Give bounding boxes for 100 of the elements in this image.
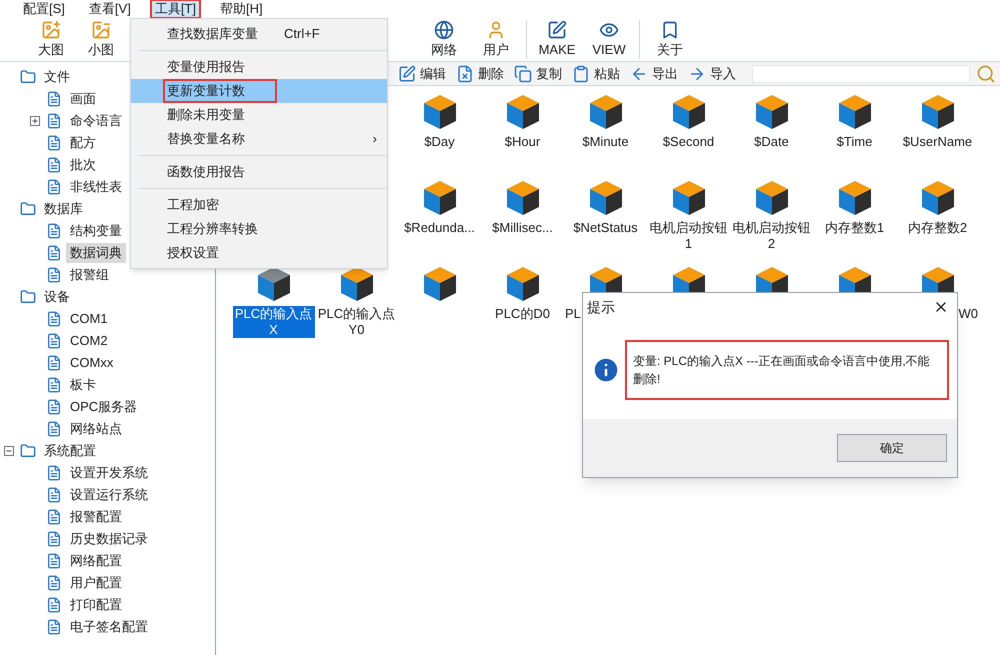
variable-label[interactable]: $UserName: [902, 134, 974, 150]
cube-icon: [588, 94, 622, 130]
tree-item[interactable]: 历史数据记录: [66, 529, 152, 549]
variable-label[interactable]: PLC的输入点X: [232, 306, 314, 338]
tree-item[interactable]: 打印配置: [66, 595, 126, 615]
cube-icon: [754, 180, 788, 216]
tree-item[interactable]: 用户配置: [66, 573, 126, 593]
edit-toolbar-button[interactable]: 编辑: [396, 64, 448, 84]
toolbar-button[interactable]: MAKE: [535, 20, 579, 60]
variable-label[interactable]: $Time: [836, 134, 874, 150]
expander[interactable]: [30, 116, 40, 126]
menu-item[interactable]: 查找数据库变量 Ctrl+F: [131, 22, 387, 46]
menu-title[interactable]: 工具[T]: [150, 0, 201, 19]
file-delete-icon: [456, 64, 474, 82]
menu-item[interactable]: 工程分辨率转换: [131, 217, 387, 241]
menu-item-label: 工程分辨率转换: [166, 220, 259, 238]
edit-toolbar-button[interactable]: 删除: [454, 64, 506, 84]
variable-label[interactable]: 内存整数1: [824, 220, 886, 236]
tree-item[interactable]: 配方: [66, 133, 100, 153]
document-icon: [46, 531, 62, 547]
tree-item[interactable]: COMxx: [66, 353, 118, 373]
edit-toolbar-button[interactable]: 复制: [512, 64, 564, 84]
variable-label[interactable]: PLC的输入点Y0: [316, 306, 398, 338]
menu-title[interactable]: 帮助[H]: [214, 0, 268, 19]
document-icon: [46, 509, 62, 525]
toolbar-button[interactable]: 小图: [78, 20, 124, 60]
search-field[interactable]: [752, 64, 970, 82]
tree-item[interactable]: 系统配置: [40, 441, 100, 461]
tree-item[interactable]: 设备: [40, 287, 74, 307]
menu-item[interactable]: 替换变量名称 ›: [131, 127, 387, 151]
tree-item[interactable]: 电子签名配置: [66, 617, 152, 637]
variable-label[interactable]: W0: [958, 306, 979, 322]
folder-icon: [20, 69, 36, 85]
cube-icon: [506, 180, 540, 216]
menu-title[interactable]: 查看[V]: [84, 0, 136, 19]
expander[interactable]: [4, 446, 14, 456]
variable-label[interactable]: $Minute: [581, 134, 630, 150]
edit-toolbar-button[interactable]: 粘贴: [570, 64, 622, 84]
menu-title[interactable]: 配置[S]: [18, 0, 70, 19]
toolbar-button[interactable]: 网络: [422, 20, 466, 60]
document-icon: [46, 597, 62, 613]
cube-icon: [754, 94, 788, 130]
toolbar-button[interactable]: 大图: [28, 20, 74, 60]
tree-item[interactable]: 文件: [40, 67, 74, 87]
tree-item[interactable]: OPC服务器: [66, 397, 142, 417]
toolbar-button[interactable]: 用户: [474, 20, 518, 60]
menu-item[interactable]: 函数使用报告: [131, 160, 387, 184]
edit-toolbar-button[interactable]: 导出: [628, 64, 680, 84]
menu-item-label: 变量使用报告: [166, 58, 246, 76]
copy-icon: [514, 64, 532, 82]
menu-item[interactable]: 授权设置: [131, 241, 387, 265]
tree-item[interactable]: 报警配置: [66, 507, 126, 527]
cube-icon: [672, 94, 706, 130]
cube-icon: [920, 180, 954, 216]
variable-label[interactable]: PLC的D0: [494, 306, 551, 322]
tree-item[interactable]: 网络站点: [66, 419, 126, 439]
folder-icon: [20, 201, 36, 217]
tree-item[interactable]: 报警组: [66, 265, 113, 285]
variable-label[interactable]: 电机启动按钮2: [730, 220, 812, 252]
tree-item[interactable]: 非线性表: [66, 177, 126, 197]
menu-item[interactable]: 工程加密: [131, 193, 387, 217]
menu-item-label: 查找数据库变量: [166, 25, 259, 44]
variable-label[interactable]: PL: [564, 306, 582, 322]
tree-item[interactable]: 画面: [66, 89, 100, 109]
variable-label[interactable]: $NetStatus: [572, 220, 639, 236]
document-icon: [46, 157, 62, 173]
variable-label[interactable]: $Day: [423, 134, 456, 150]
variable-label[interactable]: 内存整数2: [906, 220, 968, 236]
tree-item[interactable]: 批次: [66, 155, 100, 175]
toolbar-button[interactable]: VIEW: [587, 20, 631, 60]
tree-item[interactable]: 设置运行系统: [66, 485, 152, 505]
variable-label[interactable]: $Millisec...: [491, 220, 554, 236]
variable-label[interactable]: $Second: [662, 134, 716, 150]
variable-label[interactable]: $Redunda...: [403, 220, 476, 236]
tree-item[interactable]: 命令语言: [66, 111, 126, 131]
variable-label[interactable]: $Date: [753, 134, 790, 150]
folder-icon: [20, 289, 36, 305]
menu-item[interactable]: 删除未用变量: [131, 103, 387, 127]
tree-item[interactable]: COM1: [66, 309, 112, 329]
edit-toolbar-button[interactable]: 导入: [686, 64, 738, 84]
tree-item[interactable]: 数据库: [40, 199, 87, 219]
toolbar-button[interactable]: 关于: [648, 20, 692, 60]
ok-button[interactable]: 确定: [837, 434, 947, 462]
document-icon: [46, 267, 62, 283]
tree-item[interactable]: 数据词典: [66, 243, 126, 263]
tree-item[interactable]: 设置开发系统: [66, 463, 152, 483]
variable-label[interactable]: 电机启动按钮1: [648, 220, 730, 252]
document-icon: [46, 399, 62, 415]
variable-label[interactable]: $Hour: [504, 134, 542, 150]
tree-item[interactable]: 网络配置: [66, 551, 126, 571]
tree-item[interactable]: 板卡: [66, 375, 100, 395]
tree-item[interactable]: COM2: [66, 331, 112, 351]
image-remove-icon: [91, 20, 111, 40]
menu-item[interactable]: 变量使用报告: [131, 55, 387, 79]
cube-icon: [506, 94, 540, 130]
tree-item[interactable]: 结构变量: [66, 221, 126, 241]
menu-item[interactable]: 更新变量计数: [131, 79, 387, 103]
globe-icon: [434, 20, 454, 40]
menu-item-label: 删除未用变量: [166, 106, 246, 124]
dialog-message: 变量: PLC的输入点X ---正在画面或命令语言中使用,不能删除!: [625, 340, 949, 400]
